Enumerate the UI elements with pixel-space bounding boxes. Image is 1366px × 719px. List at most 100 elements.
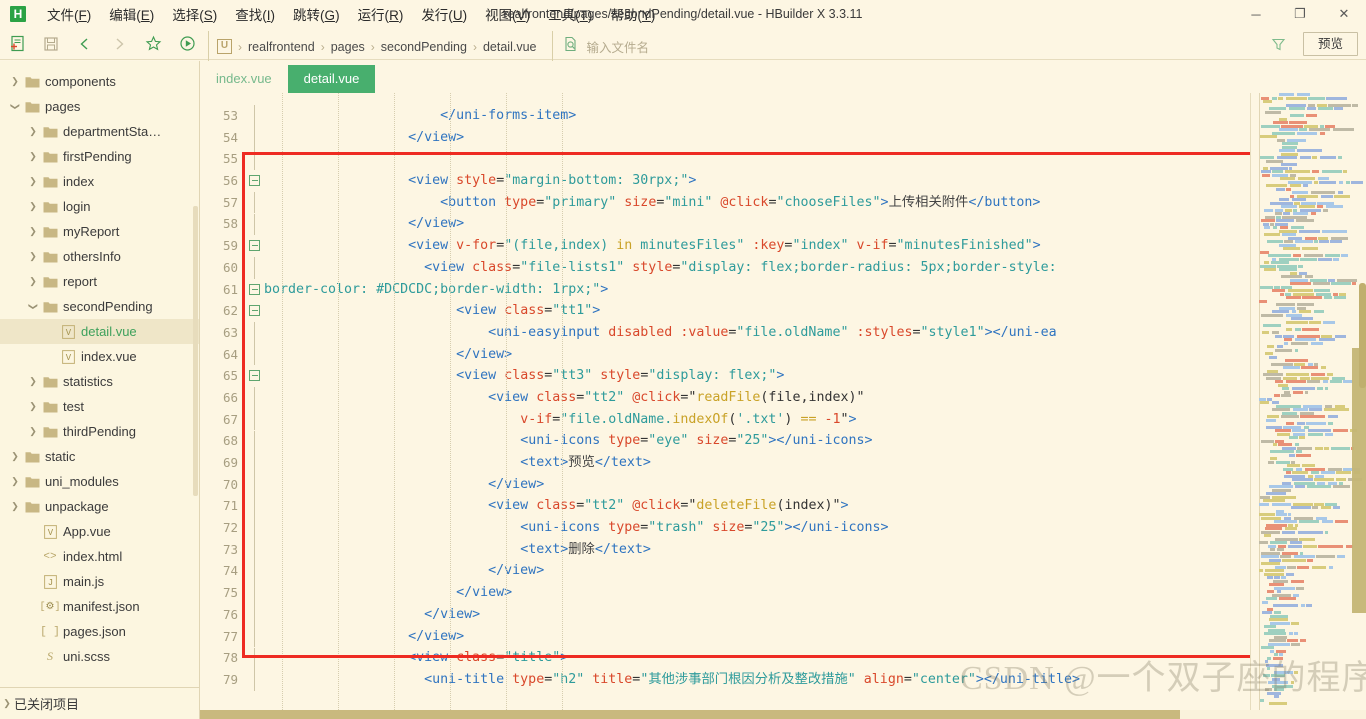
tab-index-vue[interactable]: index.vue (200, 65, 288, 93)
fold-toggle-icon[interactable] (249, 175, 260, 187)
tree-item-pages[interactable]: ❯ pages (0, 94, 199, 119)
menu-find[interactable]: 查找(I) (226, 2, 284, 26)
breadcrumb-item-pages[interactable]: pages (331, 40, 365, 54)
filter-icon[interactable] (1265, 31, 1293, 57)
code-line[interactable]: <button type="primary" size="mini" @clic… (264, 192, 1366, 214)
tree-item-firstpending[interactable]: ❯ firstPending (0, 144, 199, 169)
tree-item-test[interactable]: ❯ test (0, 394, 199, 419)
chevron-right-icon[interactable]: ❯ (26, 401, 40, 412)
chevron-right-icon[interactable]: ❯ (26, 226, 40, 237)
menu-tools[interactable]: 工具(T) (539, 2, 601, 26)
code-line[interactable]: </view> (264, 474, 1366, 496)
tab-detail-vue[interactable]: detail.vue (287, 65, 376, 93)
tree-item-pages-json[interactable]: [ ] pages.json (0, 619, 199, 644)
chevron-down-icon[interactable]: ❯ (28, 300, 39, 314)
tree-item-uni_modules[interactable]: ❯ uni_modules (0, 469, 199, 494)
new-file-icon[interactable] (0, 31, 34, 57)
tree-item-statistics[interactable]: ❯ statistics (0, 369, 199, 394)
tree-item-app-vue[interactable]: V App.vue (0, 519, 199, 544)
fold-toggle-icon[interactable] (249, 370, 260, 382)
code-line[interactable]: <view class="tt2" @click="readFile(file,… (264, 387, 1366, 409)
save-icon[interactable] (34, 31, 68, 57)
chevron-right-icon[interactable]: ❯ (26, 376, 40, 387)
code-line[interactable]: <uni-title type="h2" title="其他涉事部门根因分析及整… (264, 669, 1366, 691)
chevron-right-icon[interactable]: ❯ (8, 76, 22, 87)
tree-item-thirdpending[interactable]: ❯ thirdPending (0, 419, 199, 444)
chevron-right-icon[interactable]: ❯ (26, 151, 40, 162)
chevron-right-icon[interactable]: ❯ (26, 426, 40, 437)
chevron-right-icon[interactable]: ❯ (26, 251, 40, 262)
tree-item-othersinfo[interactable]: ❯ othersInfo (0, 244, 199, 269)
chevron-right-icon[interactable]: ❯ (8, 501, 22, 512)
file-search[interactable]: 输入文件名 (552, 30, 649, 63)
minimize-button[interactable]: ─ (1234, 0, 1278, 28)
code-line[interactable]: </view> (264, 213, 1366, 235)
tree-item-components[interactable]: ❯ components (0, 69, 199, 94)
tree-item-static[interactable]: ❯ static (0, 444, 199, 469)
close-button[interactable]: ✕ (1322, 0, 1366, 28)
vertical-scrollbar[interactable] (1359, 283, 1366, 388)
code-line[interactable]: </view> (264, 127, 1366, 149)
tree-item-main-js[interactable]: Jmain.js (0, 569, 199, 594)
tree-item-index-vue[interactable]: Vindex.vue (0, 344, 199, 369)
code-line[interactable]: <view class="tt1"> (264, 300, 1366, 322)
closed-projects-section[interactable]: ❯ 已关闭项目 (0, 687, 199, 719)
code-line[interactable]: border-color: #DCDCDC;border-width: 1rpx… (264, 279, 1366, 301)
menu-view[interactable]: 视图(V) (476, 2, 539, 26)
search-input-placeholder[interactable]: 输入文件名 (586, 37, 649, 56)
code-line[interactable]: <text>删除</text> (264, 539, 1366, 561)
bookmark-star-icon[interactable] (136, 31, 170, 57)
code-line[interactable]: <view class="tt3" style="display: flex;"… (264, 365, 1366, 387)
horizontal-scrollbar-track[interactable] (200, 710, 1366, 719)
code-line[interactable]: <view class="file-lists1" style="display… (264, 257, 1366, 279)
tree-item-departmentsta-[interactable]: ❯ departmentSta… (0, 119, 199, 144)
breadcrumb-item-detail-vue[interactable]: detail.vue (483, 40, 537, 54)
code-line[interactable]: <view v-for="(file,index) in minutesFile… (264, 235, 1366, 257)
back-icon[interactable] (68, 31, 102, 57)
chevron-right-icon[interactable]: ❯ (26, 126, 40, 137)
tree-item-login[interactable]: ❯ login (0, 194, 199, 219)
code-folding-gutter[interactable] (246, 93, 264, 712)
tree-item-myreport[interactable]: ❯ myReport (0, 219, 199, 244)
menu-goto[interactable]: 跳转(G) (284, 2, 349, 26)
breadcrumb-item-realfrontend[interactable]: realfrontend (248, 40, 315, 54)
run-icon[interactable] (170, 31, 204, 57)
sidebar-scrollbar[interactable] (193, 206, 198, 496)
code-line[interactable]: <text>预览</text> (264, 452, 1366, 474)
breadcrumb-item-secondpending[interactable]: secondPending (381, 40, 467, 54)
menu-run[interactable]: 运行(R) (349, 2, 413, 26)
code-line[interactable]: </uni-forms-item> (264, 105, 1366, 127)
tree-item-uni-scss[interactable]: Suni.scss (0, 644, 199, 669)
code-line[interactable]: <view class="tt2" @click="deleteFile(ind… (264, 495, 1366, 517)
code-line[interactable]: <uni-easyinput disabled :value="file.old… (264, 322, 1366, 344)
tree-item-index[interactable]: ❯ index (0, 169, 199, 194)
tree-item-report[interactable]: ❯ report (0, 269, 199, 294)
code-line[interactable]: <view class="title"> (264, 647, 1366, 669)
menu-select[interactable]: 选择(S) (163, 2, 226, 26)
chevron-right-icon[interactable]: ❯ (8, 451, 22, 462)
chevron-right-icon[interactable]: ❯ (26, 276, 40, 287)
menu-file[interactable]: 文件(F) (38, 2, 100, 26)
code-content[interactable]: </uni-forms-item> </view> <view style="m… (264, 93, 1366, 712)
preview-button[interactable]: 预览 (1302, 32, 1358, 56)
tree-item-index-html[interactable]: <> index.html (0, 544, 199, 569)
code-line[interactable]: </view> (264, 560, 1366, 582)
menu-publish[interactable]: 发行(U) (412, 2, 476, 26)
tree-item-manifest-json[interactable]: [⚙] manifest.json (0, 594, 199, 619)
code-minimap[interactable] (1250, 93, 1366, 712)
code-line[interactable]: v-if="file.oldName.indexOf('.txt') == -1… (264, 409, 1366, 431)
code-editor[interactable]: 53 54 55 56 57 58 59 60 61 62 63 64 65 66 67 68 69 70 71 72… (200, 93, 1366, 712)
chevron-right-icon[interactable]: ❯ (26, 201, 40, 212)
tree-item-detail-vue[interactable]: Vdetail.vue (0, 319, 199, 344)
fold-toggle-icon[interactable] (249, 240, 260, 252)
tree-item-unpackage[interactable]: ❯ unpackage (0, 494, 199, 519)
menu-help[interactable]: 帮助(Y) (601, 2, 664, 26)
code-line[interactable] (264, 148, 1366, 170)
code-line[interactable]: </view> (264, 626, 1366, 648)
menu-edit[interactable]: 编辑(E) (100, 2, 163, 26)
code-line[interactable]: <uni-icons type="eye" size="25"></uni-ic… (264, 430, 1366, 452)
code-line[interactable]: </view> (264, 604, 1366, 626)
chevron-right-icon[interactable]: ❯ (26, 176, 40, 187)
horizontal-scrollbar-thumb[interactable] (200, 710, 1180, 719)
fold-toggle-icon[interactable] (249, 305, 260, 317)
